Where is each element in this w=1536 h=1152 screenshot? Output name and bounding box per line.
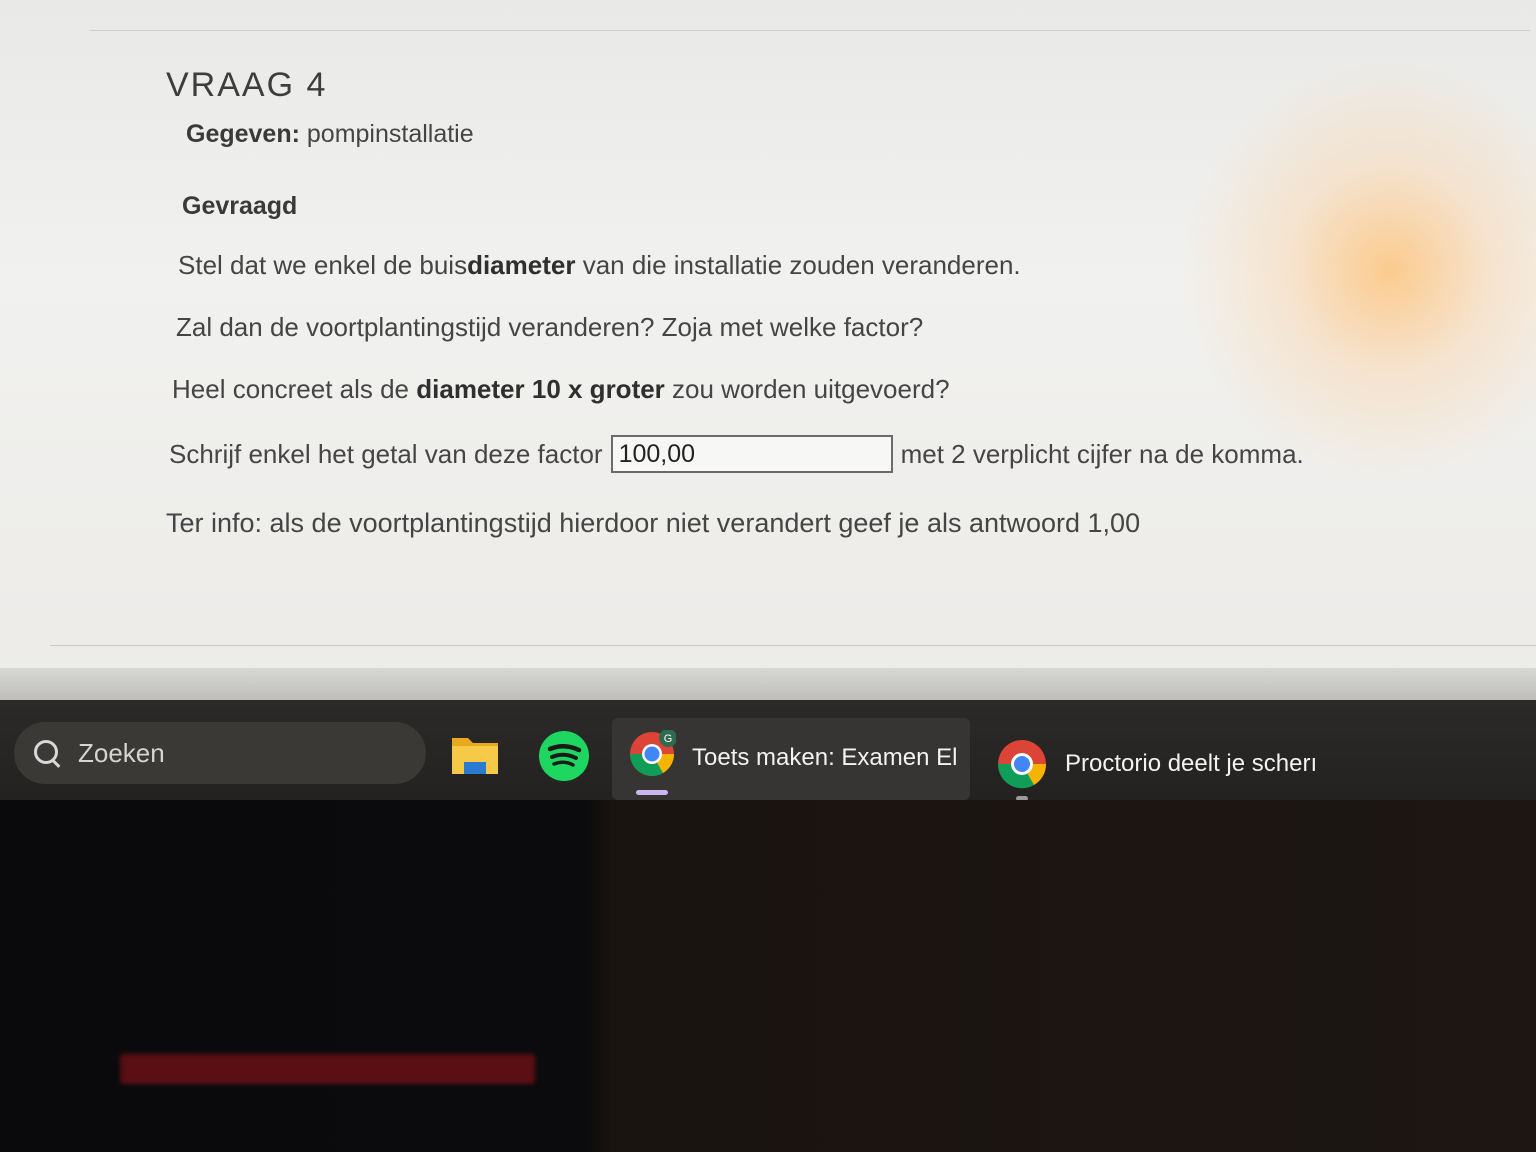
p1-bold: diameter (467, 250, 576, 280)
given-value: pompinstallatie (299, 120, 474, 148)
given-label: Gegeven: (186, 120, 300, 148)
screen-footer (0, 668, 1536, 700)
p3-text-a: Heel concreet als de (172, 374, 417, 404)
answer-row: Schrijf enkel het getal van deze factor … (169, 432, 1304, 476)
task-label-proctorio[interactable]: Proctorio deelt je scherı (1065, 750, 1317, 778)
question-panel: VRAAG 4 Gegeven: pompinstallatie Gevraag… (0, 0, 1536, 660)
question-paragraph-2: Zal dan de voortplantingstijd veranderen… (176, 312, 924, 342)
chrome-icon: G (630, 730, 676, 776)
question-paragraph-3: Heel concreet als de diameter 10 x grote… (172, 374, 950, 405)
given-line: Gegeven: pompinstallatie (186, 120, 474, 149)
taskbar-search[interactable]: Zoeken (14, 722, 426, 784)
asked-heading: Gevraagd (182, 192, 298, 220)
answer-prefix: Schrijf enkel het getal van deze factor (169, 438, 603, 469)
bottom-divider (50, 645, 1536, 646)
chrome-icon[interactable] (996, 738, 1048, 790)
p1-text-c: van die installatie zouden veranderen. (575, 250, 1021, 280)
laptop-bezel (0, 800, 1536, 1152)
p1-text-a: Stel dat we enkel de buis (178, 250, 468, 280)
answer-input[interactable] (610, 435, 893, 473)
exam-screen: VRAAG 4 Gegeven: pompinstallatie Gevraag… (0, 0, 1536, 700)
spotify-icon[interactable] (538, 730, 590, 782)
info-text: Ter info: als de voortplantingstijd hier… (166, 508, 1141, 538)
search-placeholder: Zoeken (78, 737, 165, 768)
question-paragraph-1: Stel dat we enkel de buisdiameter van di… (178, 250, 1021, 281)
task-label-exam[interactable]: Toets maken: Examen El (692, 744, 957, 772)
question-title: VRAAG 4 (166, 66, 328, 104)
search-icon (32, 738, 62, 768)
file-explorer-icon[interactable] (450, 732, 500, 776)
answer-suffix: met 2 verplicht cijfer na de komma. (900, 438, 1304, 469)
red-reflection (120, 1054, 535, 1084)
p3-bold: diameter 10 x groter (416, 374, 665, 404)
profile-badge: G (664, 733, 673, 745)
active-indicator (636, 790, 668, 795)
p3-text-c: zou worden uitgevoerd? (664, 374, 950, 404)
